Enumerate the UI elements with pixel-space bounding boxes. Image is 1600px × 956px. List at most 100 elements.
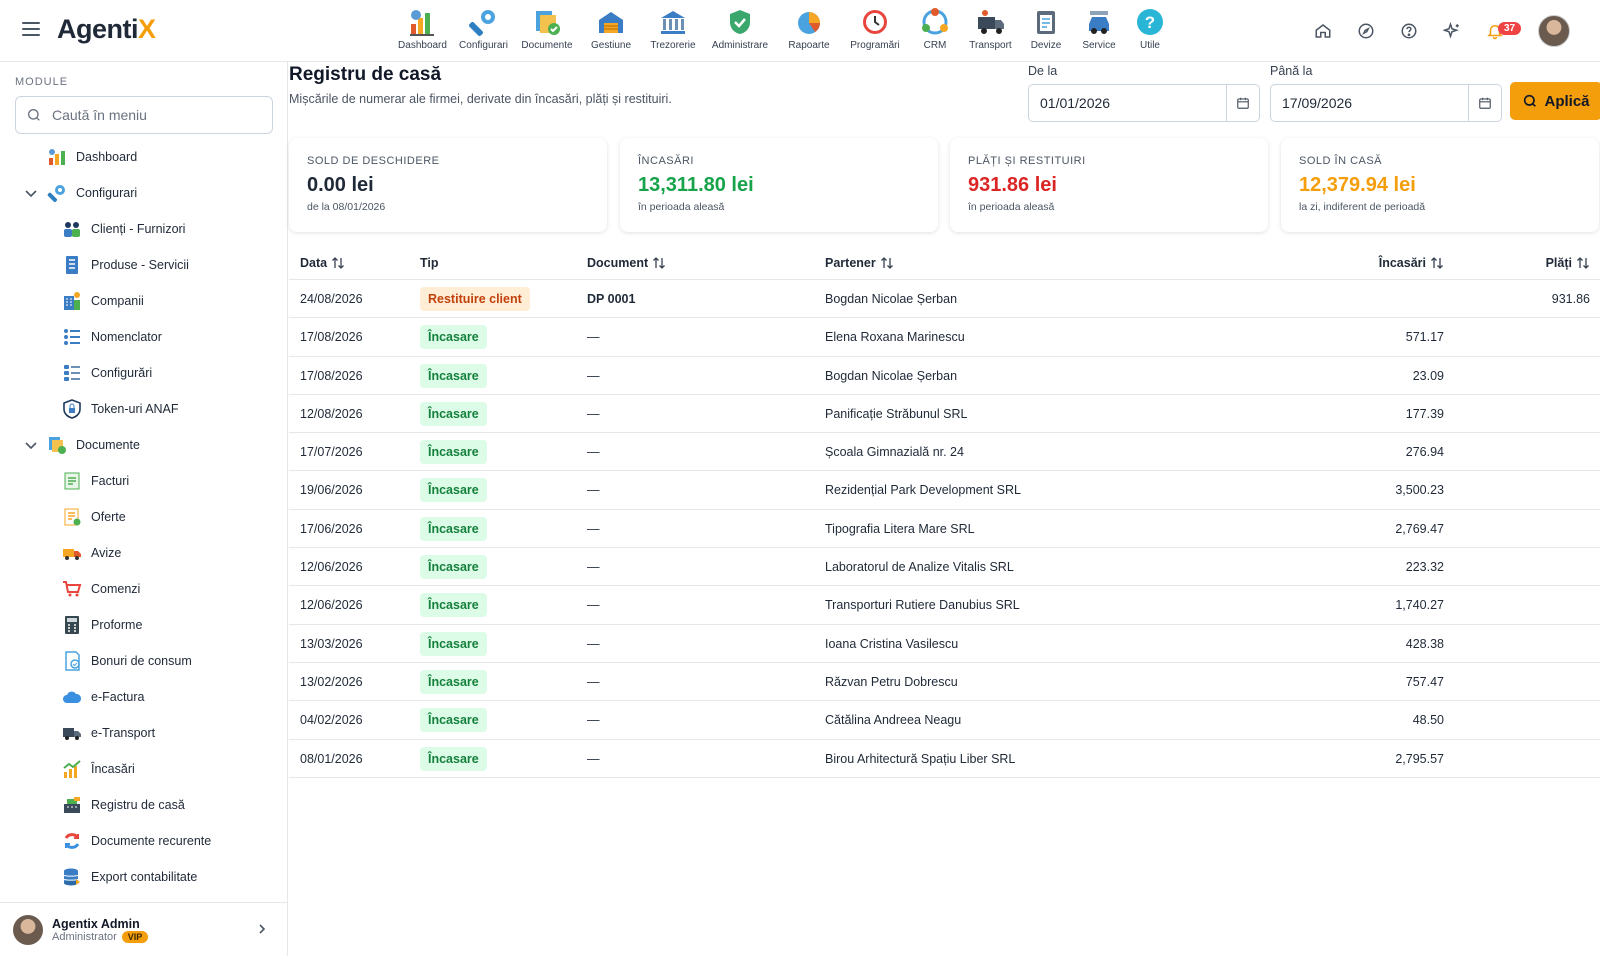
col-income-header[interactable]: Încasări [1379, 256, 1444, 270]
table-row[interactable]: 12/08/2026 Încasare — Panificație Străbunul… [289, 395, 1600, 434]
to-date-value[interactable]: 17/09/2026 [1271, 95, 1468, 111]
documents-icon [531, 6, 563, 38]
cell-partner: Școala Gimnazială nr. 24 [825, 445, 964, 460]
sidebar-group-configurari[interactable]: Configurari [24, 176, 137, 210]
sidebar-item-facturi[interactable]: Facturi [61, 464, 129, 498]
col-payments-header[interactable]: Plăți [1546, 256, 1590, 270]
table-row[interactable]: 12/06/2026 Încasare — Laboratorul de Analiz… [289, 548, 1600, 587]
truck-icon [61, 722, 83, 744]
to-date-label: Până la [1270, 64, 1313, 78]
sidebar-group-documente[interactable]: Documente [24, 428, 140, 462]
sidebar-item-configurari-sub[interactable]: Configurări [61, 356, 152, 390]
module-documente[interactable]: Documente [514, 6, 580, 56]
sort-icon[interactable] [1430, 256, 1444, 270]
cell-partner: Răzvan Petru Dobrescu [825, 674, 958, 689]
notification-bell-icon[interactable]: 37 [1478, 14, 1522, 48]
user-role: Administrator [52, 930, 117, 943]
module-service[interactable]: Service [1073, 6, 1125, 56]
table-row[interactable]: 13/02/2026 Încasare — Răzvan Petru Dobrescu… [289, 663, 1600, 702]
cell-income: 2,795.57 [1395, 751, 1444, 766]
sidebar-item-registru-de-casa[interactable]: Registru de casă [61, 788, 185, 822]
pie-chart-icon [793, 6, 825, 38]
sidebar-heading: MODULE [15, 76, 69, 88]
dashboard-icon [46, 146, 68, 168]
module-utile[interactable]: ? Utile [1125, 6, 1175, 56]
module-crm[interactable]: CRM [908, 6, 962, 56]
sort-icon[interactable] [1576, 256, 1590, 270]
module-configurari[interactable]: Configurari [453, 6, 514, 56]
sidebar-item-token-uri-anaf[interactable]: Token-uri ANAF [61, 392, 179, 426]
offer-icon [61, 506, 83, 528]
home-icon[interactable] [1306, 14, 1340, 48]
crm-icon [919, 6, 951, 38]
to-date-field[interactable]: 17/09/2026 [1270, 84, 1502, 122]
table-row[interactable]: 17/08/2026 Încasare — Elena Roxana Marinesc… [289, 318, 1600, 357]
table-row[interactable]: 19/06/2026 Încasare — Rezidențial Park Deve… [289, 471, 1600, 510]
list-icon [61, 326, 83, 348]
sidebar-item-nomenclator[interactable]: Nomenclator [61, 320, 162, 354]
table-row[interactable]: 04/02/2026 Încasare — Cătălina Andreea Neag… [289, 701, 1600, 740]
sidebar-item-e-transport[interactable]: e-Transport [61, 716, 155, 750]
sidebar-user-profile[interactable]: Agentix Admin Administrator VIP [0, 902, 288, 956]
calendar-icon[interactable] [1468, 85, 1501, 121]
from-date-value[interactable]: 01/01/2026 [1029, 95, 1226, 111]
sidebar-search-input[interactable] [52, 107, 252, 123]
table-row[interactable]: 17/08/2026 Încasare — Bogdan Nicolae Șerban… [289, 357, 1600, 395]
table-row[interactable]: 17/07/2026 Încasare — Școala Gimnazială nr.… [289, 433, 1600, 472]
car-icon [1083, 6, 1115, 38]
table-row[interactable]: 17/06/2026 Încasare — Tipografia Litera Mar… [289, 510, 1600, 549]
sidebar-item-e-factura[interactable]: e-Factura [61, 680, 145, 714]
from-date-field[interactable]: 01/01/2026 [1028, 84, 1260, 122]
sort-icon[interactable] [652, 256, 666, 270]
module-dashboard[interactable]: Dashboard [392, 6, 453, 56]
module-rapoarte[interactable]: Rapoarte [776, 6, 842, 56]
card-opening-balance: SOLD DE DESCHIDERE 0.00 lei de la 08/01/… [289, 138, 607, 232]
sidebar-item-clienti-furnizori[interactable]: Clienți - Furnizori [61, 212, 185, 246]
sidebar-item-proforme[interactable]: Proforme [61, 608, 142, 642]
sort-icon[interactable] [331, 256, 345, 270]
module-gestiune[interactable]: Gestiune [580, 6, 642, 56]
module-programari[interactable]: Programări [842, 6, 908, 56]
svg-text:?: ? [1145, 13, 1155, 32]
table-row[interactable]: 13/03/2026 Încasare — Ioana Cristina Vasile… [289, 625, 1600, 663]
sidebar-search[interactable] [15, 96, 273, 134]
cell-date: 08/01/2026 [300, 751, 363, 766]
sidebar-item-incasari[interactable]: Încasări [61, 752, 135, 786]
sidebar-item-companii[interactable]: Companii [61, 284, 144, 318]
sort-icon[interactable] [880, 256, 894, 270]
sidebar-item-oferte[interactable]: Oferte [61, 500, 126, 534]
refresh-icon [61, 830, 83, 852]
sidebar-item-avize[interactable]: Avize [61, 536, 121, 570]
apply-button[interactable]: Aplică [1510, 82, 1600, 120]
cell-income: 23.09 [1412, 368, 1444, 383]
calendar-icon[interactable] [1226, 85, 1259, 121]
sidebar-item-dashboard[interactable]: Dashboard [46, 140, 137, 174]
table-row[interactable]: 24/08/2026 Restituire client DP 0001 Bogdan… [289, 280, 1600, 319]
module-devize[interactable]: Devize [1019, 6, 1073, 56]
type-badge: Restituire client [420, 287, 530, 311]
col-document-header[interactable]: Document [587, 256, 666, 270]
cell-partner: Laboratorul de Analize Vitalis SRL [825, 560, 1014, 575]
cell-document: — [587, 330, 600, 345]
user-avatar[interactable] [1538, 15, 1570, 47]
sparkle-icon[interactable] [1435, 14, 1469, 48]
sidebar-item-documente-recurente[interactable]: Documente recurente [61, 824, 211, 858]
question-icon[interactable] [1392, 14, 1426, 48]
module-administrare[interactable]: Administrare [704, 6, 776, 56]
compass-icon[interactable] [1349, 14, 1383, 48]
col-partner-header[interactable]: Partener [825, 256, 894, 270]
cell-partner: Transporturi Rutiere Danubius SRL [825, 598, 1020, 613]
sidebar-item-bonuri-de-consum[interactable]: Bonuri de consum [61, 644, 192, 678]
sidebar-item-comenzi[interactable]: Comenzi [61, 572, 140, 606]
module-transport[interactable]: Transport [962, 6, 1019, 56]
hamburger-menu-icon[interactable] [22, 22, 40, 36]
bank-icon [657, 6, 689, 38]
sidebar-item-export-contabilitate[interactable]: Export contabilitate [61, 860, 197, 894]
module-trezorerie[interactable]: Trezorerie [642, 6, 704, 56]
app-logo[interactable]: AgentiX [57, 14, 156, 45]
building-icon [61, 290, 83, 312]
table-row[interactable]: 08/01/2026 Încasare — Birou Arhitectură Spa… [289, 740, 1600, 778]
sidebar-item-produse-servicii[interactable]: Produse - Servicii [61, 248, 189, 282]
col-date-header[interactable]: Data [300, 256, 345, 270]
table-row[interactable]: 12/06/2026 Încasare — Transporturi Rutiere … [289, 586, 1600, 625]
